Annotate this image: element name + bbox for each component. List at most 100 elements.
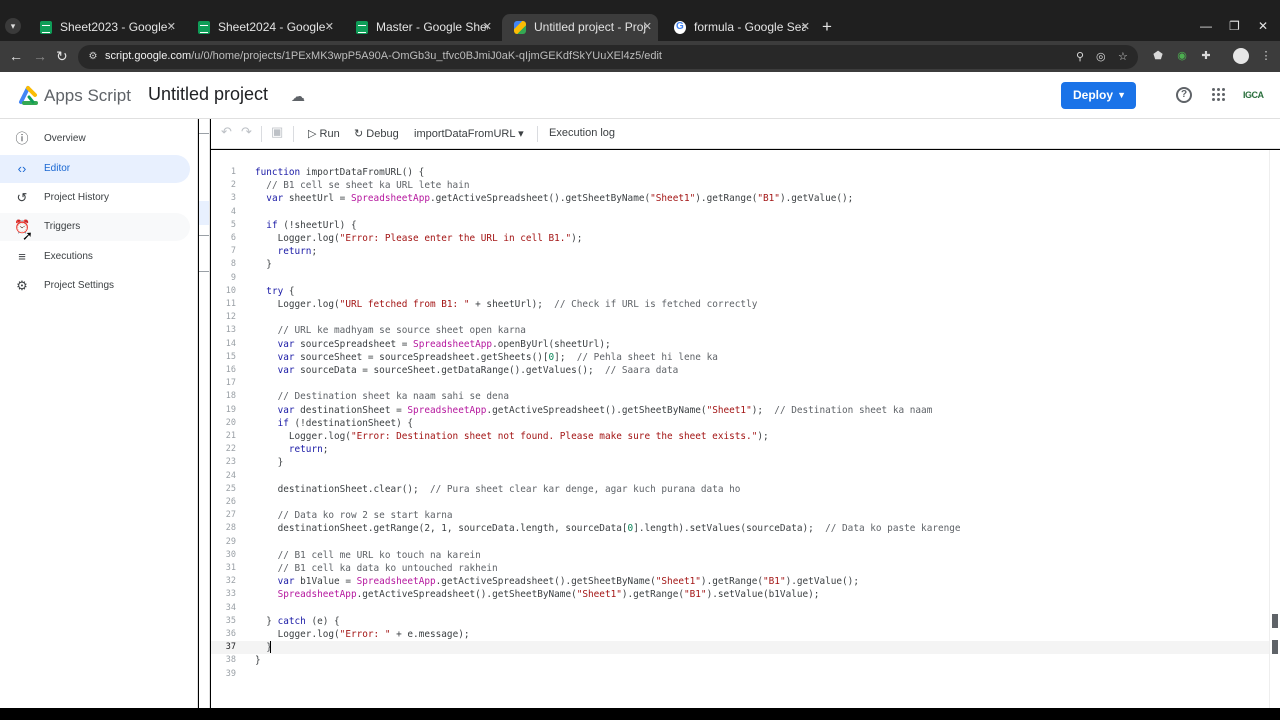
code-line[interactable]: 22 return; <box>211 443 1271 456</box>
code-text[interactable]: Logger.log("Error: Please enter the URL … <box>255 232 583 245</box>
zoom-icon[interactable]: ⚲ <box>1076 50 1084 64</box>
help-icon[interactable]: ? <box>1176 87 1192 103</box>
debug-button[interactable]: ↻ Debug <box>354 127 399 140</box>
save-icon[interactable]: ▣ <box>271 124 283 140</box>
code-text[interactable]: var sourceSheet = sourceSpreadsheet.getS… <box>255 351 718 364</box>
code-text[interactable]: } catch (e) { <box>255 615 339 628</box>
code-line[interactable]: 30 // B1 cell me URL ko touch na karein <box>211 549 1271 562</box>
code-editor[interactable]: 1 function importDataFromURL() {2 // B1 c… <box>211 150 1280 708</box>
tab-search-icon[interactable]: ▾ <box>5 18 21 34</box>
files-panel[interactable] <box>199 119 210 708</box>
code-text[interactable]: return; <box>255 443 329 456</box>
code-line[interactable]: 31 // B1 cell ka data ko untouched rakhe… <box>211 562 1271 575</box>
code-line[interactable]: 3 var sheetUrl = SpreadsheetApp.getActiv… <box>211 192 1271 205</box>
code-line[interactable]: 34 <box>211 602 1271 615</box>
close-tab-icon[interactable]: ✕ <box>167 14 176 41</box>
browser-tab-project-editor[interactable]: Untitled project - Project Editor ✕ <box>502 14 658 41</box>
code-text[interactable]: var b1Value = SpreadsheetApp.getActiveSp… <box>255 575 859 588</box>
code-line[interactable]: 36 Logger.log("Error: " + e.message); <box>211 628 1271 641</box>
code-line[interactable]: 25 destinationSheet.clear(); // Pura she… <box>211 483 1271 496</box>
code-text[interactable]: Logger.log("Error: Destination sheet not… <box>255 430 769 443</box>
profile-avatar[interactable] <box>1233 48 1249 64</box>
code-line[interactable]: 16 var sourceData = sourceSheet.getDataR… <box>211 364 1271 377</box>
sidebar-item-executions[interactable]: ≡ Executions <box>0 243 190 271</box>
apps-script-logo[interactable] <box>16 84 40 108</box>
code-line[interactable]: 12 <box>211 311 1271 324</box>
code-line[interactable]: 38} <box>211 654 1271 667</box>
restore-icon[interactable]: ❐ <box>1229 19 1240 33</box>
scrollbar-marker[interactable] <box>1272 640 1278 654</box>
code-line[interactable]: 4 <box>211 206 1271 219</box>
code-text[interactable]: } <box>255 456 284 469</box>
back-icon[interactable]: ← <box>9 48 23 64</box>
reload-icon[interactable]: ↻ <box>56 48 68 64</box>
selected-file[interactable] <box>199 201 209 225</box>
close-tab-icon[interactable]: ✕ <box>325 14 334 41</box>
sidebar-item-project-settings[interactable]: ⚙ Project Settings <box>0 272 190 300</box>
code-line[interactable]: 5 if (!sheetUrl) { <box>211 219 1271 232</box>
extension-green-icon[interactable]: ◉ <box>1175 49 1189 63</box>
new-tab-icon[interactable]: + <box>822 17 832 37</box>
browser-tab-sheet2023[interactable]: Sheet2023 - Google Sheets ✕ <box>28 14 182 41</box>
browser-tab-master[interactable]: Master - Google Sheets ✕ <box>344 14 498 41</box>
code-text[interactable]: destinationSheet.getRange(2, 1, sourceDa… <box>255 522 961 535</box>
code-line[interactable]: 13 // URL ke madhyam se source sheet ope… <box>211 324 1271 337</box>
close-window-icon[interactable]: ✕ <box>1258 19 1268 33</box>
code-line[interactable]: 20 if (!destinationSheet) { <box>211 417 1271 430</box>
code-line[interactable]: 32 var b1Value = SpreadsheetApp.getActiv… <box>211 575 1271 588</box>
code-text[interactable]: if (!destinationSheet) { <box>255 417 413 430</box>
code-line[interactable]: 15 var sourceSheet = sourceSpreadsheet.g… <box>211 351 1271 364</box>
code-line[interactable]: 21 Logger.log("Error: Destination sheet … <box>211 430 1271 443</box>
code-line[interactable]: 11 Logger.log("URL fetched from B1: " + … <box>211 298 1271 311</box>
code-line[interactable]: 10 try { <box>211 285 1271 298</box>
site-info-icon[interactable]: ⚙ <box>86 50 100 64</box>
code-line[interactable]: 6 Logger.log("Error: Please enter the UR… <box>211 232 1271 245</box>
code-line[interactable]: 2 // B1 cell se sheet ka URL lete hain <box>211 179 1271 192</box>
sidebar-item-overview[interactable]: ⓘ Overview <box>0 125 190 153</box>
code-line[interactable]: 14 var sourceSpreadsheet = SpreadsheetAp… <box>211 338 1271 351</box>
code-text[interactable]: // B1 cell me URL ko touch na karein <box>255 549 481 562</box>
code-line[interactable]: 23 } <box>211 456 1271 469</box>
code-text[interactable]: destinationSheet.clear(); // Pura sheet … <box>255 483 741 496</box>
run-button[interactable]: ▷ Run <box>308 127 340 140</box>
org-badge[interactable]: IGCA <box>1243 90 1264 100</box>
code-line-current[interactable]: 37 } <box>211 641 1271 655</box>
browser-tab-sheet2024[interactable]: Sheet2024 - Google Sheets ✕ <box>186 14 340 41</box>
puzzle-icon[interactable]: ✚ <box>1199 49 1213 63</box>
redo-icon[interactable]: ↷ <box>241 124 252 140</box>
sidebar-item-editor[interactable]: ‹› Editor <box>0 155 190 183</box>
scrollbar-marker[interactable] <box>1272 614 1278 628</box>
code-line[interactable]: 35 } catch (e) { <box>211 615 1271 628</box>
bookmark-star-icon[interactable]: ☆ <box>1118 50 1128 64</box>
code-line[interactable]: 33 SpreadsheetApp.getActiveSpreadsheet()… <box>211 588 1271 601</box>
browser-tab-google-search[interactable]: formula - Google Search ✕ <box>662 14 816 41</box>
code-text[interactable]: return; <box>255 245 318 258</box>
minimize-icon[interactable]: — <box>1200 19 1212 33</box>
code-text[interactable]: } <box>255 654 261 667</box>
function-select[interactable]: importDataFromURL ▾ <box>414 127 524 140</box>
menu-dots-icon[interactable]: ⋮ <box>1259 49 1273 63</box>
code-line[interactable]: 39 <box>211 668 1271 681</box>
close-tab-icon[interactable]: ✕ <box>483 14 492 41</box>
code-text[interactable]: // URL ke madhyam se source sheet open k… <box>255 324 526 337</box>
code-line[interactable]: 27 // Data ko row 2 se start karna <box>211 509 1271 522</box>
undo-icon[interactable]: ↶ <box>221 124 232 140</box>
code-text[interactable]: var destinationSheet = SpreadsheetApp.ge… <box>255 404 933 417</box>
eye-off-icon[interactable]: ◎ <box>1096 50 1106 64</box>
sidebar-item-project-history[interactable]: ↺ Project History <box>0 184 190 212</box>
code-text[interactable]: try { <box>255 285 294 298</box>
code-line[interactable]: 28 destinationSheet.getRange(2, 1, sourc… <box>211 522 1271 535</box>
code-text[interactable]: Logger.log("Error: " + e.message); <box>255 628 470 641</box>
code-line[interactable]: 26 <box>211 496 1271 509</box>
code-line[interactable]: 7 return; <box>211 245 1271 258</box>
code-line[interactable]: 19 var destinationSheet = SpreadsheetApp… <box>211 404 1271 417</box>
execution-log-button[interactable]: Execution log <box>549 127 615 139</box>
code-line[interactable]: 24 <box>211 470 1271 483</box>
code-line[interactable]: 17 <box>211 377 1271 390</box>
code-line[interactable]: 1 function importDataFromURL() { <box>211 166 1271 179</box>
code-text[interactable]: function importDataFromURL() { <box>255 166 424 179</box>
code-line[interactable]: 8 } <box>211 258 1271 271</box>
code-line[interactable]: 9 <box>211 272 1271 285</box>
project-title[interactable]: Untitled project <box>148 84 268 105</box>
code-text[interactable]: SpreadsheetApp.getActiveSpreadsheet().ge… <box>255 588 820 601</box>
